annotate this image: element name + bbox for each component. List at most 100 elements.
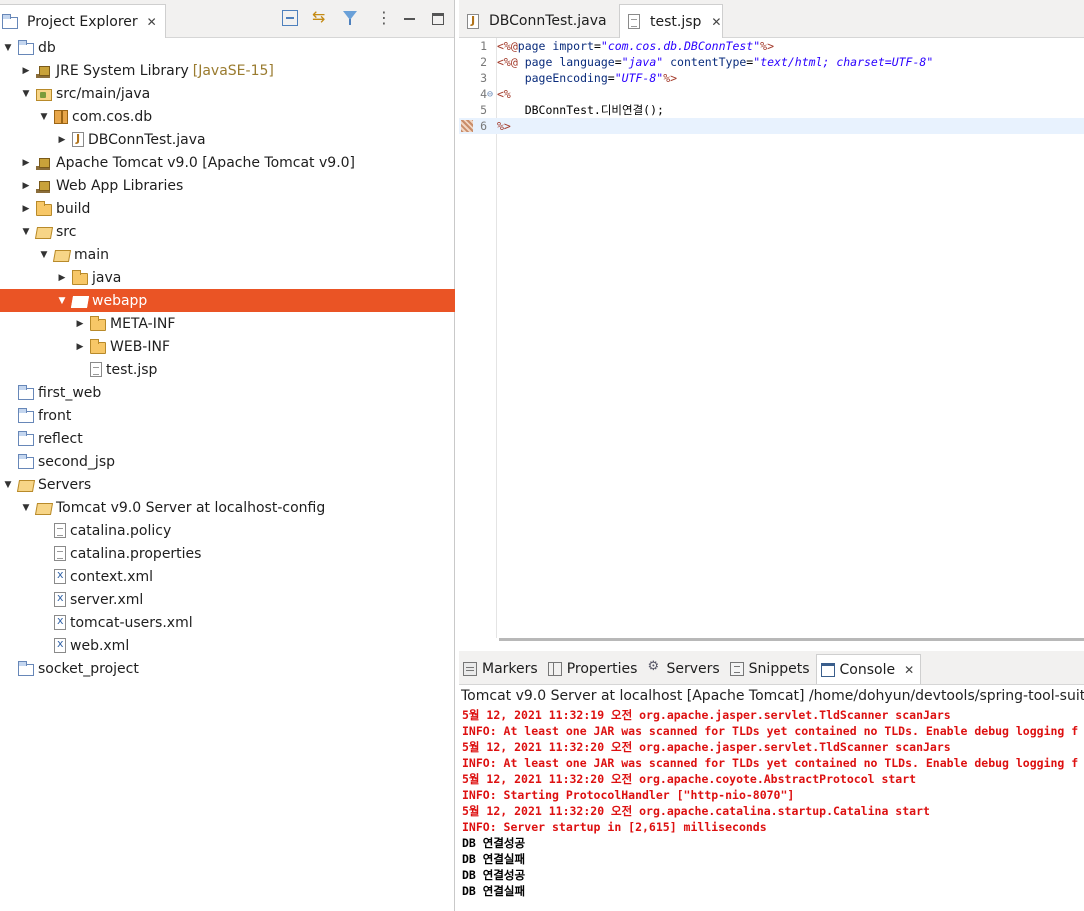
tab-markers[interactable]: Markers <box>459 654 544 684</box>
folder-open-icon <box>16 479 36 492</box>
collapsed-arrow-icon[interactable]: ▶ <box>56 134 68 146</box>
code-line[interactable]: 3 pageEncoding="UTF-8"%> <box>459 70 1084 86</box>
tree-item[interactable]: ▼ db <box>0 36 455 59</box>
tab-servers[interactable]: Servers <box>643 654 725 684</box>
tab-label: Snippets <box>748 661 810 677</box>
tree-item[interactable]: ▶front <box>0 404 455 427</box>
view-menu-icon[interactable] <box>372 8 392 27</box>
tree-item[interactable]: ▼ main <box>0 243 455 266</box>
expanded-arrow-icon[interactable]: ▼ <box>20 226 32 238</box>
code-token: "UTF-8" <box>614 71 664 85</box>
tab-label: test.jsp <box>650 13 702 30</box>
line-number: 3 <box>480 71 487 85</box>
tree-item[interactable]: ▶reflect <box>0 427 455 450</box>
tree-item[interactable]: ▶ META-INF <box>0 312 455 335</box>
tab-console[interactable]: Console ✕ <box>815 654 922 684</box>
tab-label: Servers <box>666 661 720 677</box>
tree-item-decoration: [JavaSE-15] <box>192 62 274 79</box>
file-icon <box>54 523 66 538</box>
collapsed-arrow-icon[interactable]: ▶ <box>20 65 32 77</box>
horizontal-scrollbar[interactable] <box>499 638 1084 641</box>
expanded-arrow-icon[interactable]: ▼ <box>20 502 32 514</box>
java-file-icon <box>467 13 479 29</box>
package-icon <box>54 110 68 124</box>
tree-item-label: Web App Libraries <box>56 177 184 194</box>
line-number: 1 <box>480 39 487 53</box>
tree-item[interactable]: ▶ java <box>0 266 455 289</box>
collapsed-arrow-icon[interactable]: ▶ <box>20 203 32 215</box>
project-icon <box>18 453 34 469</box>
console-output[interactable]: 5월 12, 2021 11:32:19 오전 org.apache.jaspe… <box>459 707 1084 899</box>
xml-file-icon <box>54 637 66 653</box>
collapsed-arrow-icon[interactable]: ▶ <box>74 341 86 353</box>
tree-item-label: db <box>38 39 56 56</box>
code-line[interactable]: 1 <%@page import="com.cos.db.DBConnTest"%… <box>459 38 1084 54</box>
code-line[interactable]: 2 <%@ page language="java" contentType="t… <box>459 54 1084 70</box>
maximize-icon[interactable] <box>432 13 444 25</box>
collapsed-arrow-icon[interactable]: ▶ <box>56 272 68 284</box>
fold-toggle-icon[interactable]: ⊖ <box>487 89 493 100</box>
code-line[interactable]: 5 DBConnTest.디비연결(); <box>459 102 1084 118</box>
close-icon[interactable]: ✕ <box>147 15 157 29</box>
filter-icon[interactable] <box>342 10 358 26</box>
expanded-arrow-icon[interactable]: ▼ <box>56 295 68 307</box>
file-icon <box>54 546 66 561</box>
tab-properties[interactable]: Properties <box>544 654 644 684</box>
tree-item[interactable]: ▶tomcat-users.xml <box>0 611 455 634</box>
code-line[interactable]: 4 ⊖ <% <box>459 86 1084 102</box>
close-icon[interactable]: ✕ <box>904 663 914 677</box>
expanded-arrow-icon[interactable]: ▼ <box>20 88 32 100</box>
java-file-icon <box>72 132 84 147</box>
code-token: %> <box>760 39 774 53</box>
collapsed-arrow-icon[interactable]: ▶ <box>74 318 86 330</box>
project-icon <box>18 39 34 55</box>
collapsed-arrow-icon[interactable]: ▶ <box>20 157 32 169</box>
tree-item[interactable]: ▼ src <box>0 220 455 243</box>
tree-item[interactable]: ▶web.xml <box>0 634 455 657</box>
console-line: INFO: At least one JAR was scanned for T… <box>462 724 1079 738</box>
code-token: page <box>517 39 553 53</box>
expanded-arrow-icon[interactable]: ▼ <box>38 249 50 261</box>
expanded-arrow-icon[interactable]: ▼ <box>38 111 50 123</box>
tree-item[interactable]: ▶test.jsp <box>0 358 455 381</box>
tree-item[interactable]: ▶ Apache Tomcat v9.0 [Apache Tomcat v9.0] <box>0 151 455 174</box>
code-token: import <box>552 39 594 53</box>
tree-item-label: Tomcat v9.0 Server at localhost-config <box>56 499 326 516</box>
tree-item[interactable]: ▶ build <box>0 197 455 220</box>
tree-item[interactable]: ▶ Web App Libraries <box>0 174 455 197</box>
tab-dbconntest-java[interactable]: DBConnTest.java <box>459 4 617 38</box>
tree-item[interactable]: ▶ DBConnTest.java <box>0 128 455 151</box>
expanded-arrow-icon[interactable]: ▼ <box>2 479 14 491</box>
tree-item[interactable]: ▶first_web <box>0 381 455 404</box>
minimize-icon[interactable] <box>402 10 418 26</box>
tab-test-jsp[interactable]: test.jsp ✕ <box>619 4 723 38</box>
code-line[interactable]: 6 %> <box>459 118 1084 134</box>
folder-icon <box>72 269 88 285</box>
warning-marker-icon[interactable] <box>461 120 473 132</box>
library-icon <box>36 63 52 79</box>
link-with-editor-icon[interactable] <box>312 7 328 26</box>
tab-snippets[interactable]: Snippets <box>726 654 816 684</box>
tab-project-explorer[interactable]: Project Explorer ✕ <box>0 4 166 38</box>
close-icon[interactable]: ✕ <box>711 15 721 29</box>
tree-item[interactable]: ▶ WEB-INF <box>0 335 455 358</box>
tree-item[interactable]: ▶second_jsp <box>0 450 455 473</box>
tree-item[interactable]: ▶socket_project <box>0 657 455 680</box>
tree-item[interactable]: ▶context.xml <box>0 565 455 588</box>
tree-item[interactable]: ▶ JRE System Library [JavaSE-15] <box>0 59 455 82</box>
tree-item[interactable]: ▼ Tomcat v9.0 Server at localhost-config <box>0 496 455 519</box>
code-editor[interactable]: 1 <%@page import="com.cos.db.DBConnTest"%… <box>459 38 1084 638</box>
tree-item[interactable]: ▶catalina.properties <box>0 542 455 565</box>
expanded-arrow-icon[interactable]: ▼ <box>2 42 14 54</box>
tree-item[interactable]: ▼ src/main/java <box>0 82 455 105</box>
tree-item[interactable]: ▶catalina.policy <box>0 519 455 542</box>
collapsed-arrow-icon[interactable]: ▶ <box>20 180 32 192</box>
tree-item[interactable]: ▶server.xml <box>0 588 455 611</box>
collapse-all-icon[interactable] <box>282 10 298 26</box>
code-token: <%@ <box>497 39 518 53</box>
project-icon <box>18 407 34 423</box>
folder-open-icon <box>70 295 90 308</box>
tree-item[interactable]: ▼ Servers <box>0 473 455 496</box>
tree-item[interactable]: ▼ webapp <box>0 289 455 312</box>
tree-item[interactable]: ▼ com.cos.db <box>0 105 455 128</box>
